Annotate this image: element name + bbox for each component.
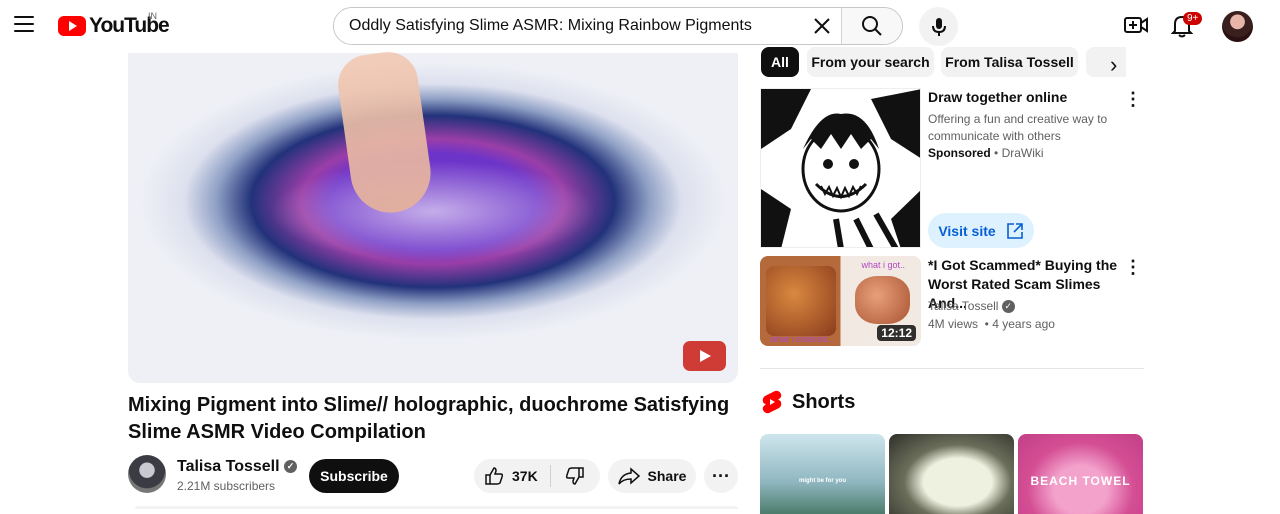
channel-name[interactable]: Talisa Tossell ✓	[177, 458, 298, 476]
external-link-icon	[1006, 222, 1023, 239]
youtube-watermark-icon[interactable]	[683, 341, 726, 371]
chip-partial[interactable]	[1086, 47, 1126, 77]
dislike-button[interactable]	[551, 466, 600, 486]
region-code: IN	[148, 11, 157, 21]
chip-from-channel[interactable]: From Talisa Tossell	[941, 47, 1078, 77]
thumb-caption-bottom: what i ordered...	[770, 334, 835, 344]
create-video-icon	[1124, 17, 1148, 33]
search-button[interactable]	[841, 8, 902, 44]
youtube-play-icon	[58, 16, 86, 36]
short-card[interactable]: might be for you	[760, 434, 885, 514]
shorts-icon	[762, 390, 782, 414]
rec-age: 4 years ago	[992, 317, 1055, 331]
verified-icon: ✓	[1001, 300, 1015, 314]
rec-meta: 4M views • 4 years ago	[928, 317, 1055, 331]
rec-thumbnail[interactable]: what i got.. what i ordered... 12:12	[760, 256, 921, 346]
like-button[interactable]: 37K	[474, 465, 551, 487]
voice-search-button[interactable]	[919, 7, 958, 46]
subscriber-count: 2.21M subscribers	[177, 479, 276, 493]
like-count: 37K	[512, 468, 538, 484]
rec-channel-text[interactable]: Talisa Tossell	[928, 299, 998, 313]
share-button[interactable]: Share	[608, 459, 696, 493]
more-actions-button[interactable]: ···	[704, 459, 738, 493]
thumb-slime	[855, 276, 910, 324]
ad-thumbnail[interactable]	[760, 88, 921, 248]
microphone-icon	[931, 17, 946, 36]
rec-menu-icon[interactable]: ⋮	[1124, 257, 1142, 278]
thumb-caption-top: what i got..	[861, 260, 905, 270]
chip-all[interactable]: All	[761, 47, 799, 77]
user-avatar[interactable]	[1222, 11, 1253, 42]
short-card[interactable]	[889, 434, 1014, 514]
visit-site-button[interactable]: Visit site	[928, 213, 1034, 248]
rec-channel[interactable]: Talisa Tossell ✓	[928, 299, 1015, 314]
channel-name-text[interactable]: Talisa Tossell	[177, 458, 280, 475]
chevron-right-icon[interactable]: ›	[1110, 52, 1117, 78]
menu-icon[interactable]	[14, 16, 34, 32]
short-card[interactable]: BEACH TOWEL	[1018, 434, 1143, 514]
share-label: Share	[647, 468, 687, 484]
close-icon	[814, 18, 830, 34]
shorts-header: Shorts	[762, 390, 855, 414]
shorts-heading: Shorts	[792, 390, 856, 413]
sponsored-label: Sponsored	[928, 146, 991, 160]
ad-meta: Sponsored • DraWiki	[928, 146, 1044, 160]
share-icon	[617, 467, 640, 485]
chip-from-your-search[interactable]: From your search	[807, 47, 934, 77]
channel-avatar[interactable]	[128, 455, 166, 493]
video-duration: 12:12	[877, 325, 916, 341]
thumb-jar	[766, 266, 836, 336]
ad-advertiser: DraWiki	[1001, 146, 1044, 160]
thumbs-down-icon	[566, 467, 585, 485]
like-dislike-group: 37K	[474, 459, 600, 493]
clear-search-button[interactable]	[803, 8, 841, 44]
video-player[interactable]	[128, 53, 738, 383]
create-button[interactable]	[1124, 14, 1148, 41]
ad-description: Offering a fun and creative way to commu…	[928, 112, 1108, 143]
search-input[interactable]	[334, 8, 803, 44]
subscribe-button[interactable]: Subscribe	[309, 459, 399, 493]
thumbs-up-icon	[485, 467, 504, 485]
notification-badge: 9+	[1183, 12, 1203, 25]
short-caption: BEACH TOWEL	[1030, 474, 1131, 488]
section-divider	[760, 368, 1144, 369]
search-icon	[862, 16, 882, 36]
ad-menu-icon[interactable]: ⋮	[1124, 89, 1142, 110]
short-caption: might be for you	[799, 478, 846, 484]
ad-illustration	[761, 89, 920, 247]
verified-icon: ✓	[284, 460, 298, 474]
video-title: Mixing Pigment into Slime// holographic,…	[128, 394, 730, 443]
rec-views: 4M views	[928, 317, 979, 331]
ad-title[interactable]: Draw together online	[928, 89, 1067, 105]
visit-site-label: Visit site	[938, 222, 996, 239]
search-bar	[333, 7, 903, 45]
